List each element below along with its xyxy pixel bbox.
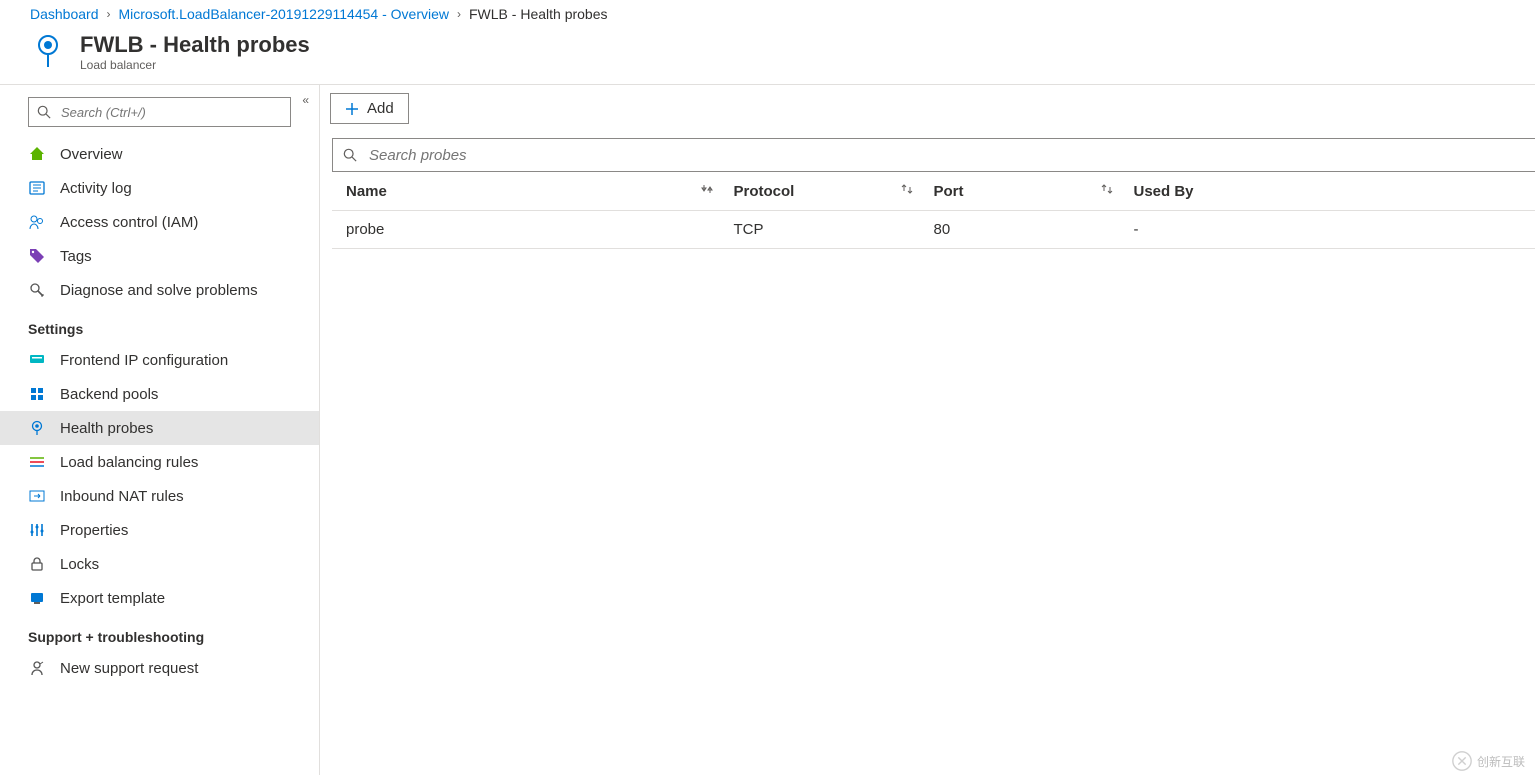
sidebar-item-label: Diagnose and solve problems xyxy=(60,282,258,299)
sidebar-item-properties[interactable]: Properties xyxy=(0,513,319,547)
sidebar-item-label: Tags xyxy=(60,248,92,265)
probe-search-input[interactable] xyxy=(367,146,1525,165)
column-header-used-by[interactable]: Used By xyxy=(1134,183,1522,200)
main-content: Add Name Protocol Port xyxy=(320,85,1535,775)
sidebar-section-support: Support + troubleshooting xyxy=(0,615,319,651)
page-title: FWLB - Health probes xyxy=(80,32,310,58)
breadcrumb-link[interactable]: Microsoft.LoadBalancer-20191229114454 - … xyxy=(119,6,450,22)
activity-log-icon xyxy=(28,179,46,197)
iam-icon xyxy=(28,213,46,231)
add-button-label: Add xyxy=(367,100,394,117)
column-header-label: Port xyxy=(934,183,964,200)
tags-icon xyxy=(28,247,46,265)
sidebar-item-label: Locks xyxy=(60,556,99,573)
lb-rules-icon xyxy=(28,453,46,471)
sidebar-item-backend-pools[interactable]: Backend pools xyxy=(0,377,319,411)
cell-protocol: TCP xyxy=(734,221,934,238)
sort-icon xyxy=(900,182,914,200)
probes-table: Name Protocol Port Used By probe TCP xyxy=(332,172,1535,249)
lock-icon xyxy=(28,555,46,573)
breadcrumb: Dashboard › Microsoft.LoadBalancer-20191… xyxy=(0,0,1535,28)
backend-pools-icon xyxy=(28,385,46,403)
watermark: 创新互联 xyxy=(1451,750,1525,772)
frontend-ip-icon xyxy=(28,351,46,369)
table-header-row: Name Protocol Port Used By xyxy=(332,172,1535,211)
page-subtitle: Load balancer xyxy=(80,58,310,72)
sidebar-item-label: Overview xyxy=(60,146,123,163)
sidebar-item-new-support-request[interactable]: New support request xyxy=(0,651,319,685)
health-probes-icon xyxy=(28,419,46,437)
column-header-label: Used By xyxy=(1134,183,1194,200)
toolbar: Add xyxy=(320,85,1535,124)
sidebar-item-label: Properties xyxy=(60,522,128,539)
sidebar-item-activity-log[interactable]: Activity log xyxy=(0,171,319,205)
sidebar-item-access-control[interactable]: Access control (IAM) xyxy=(0,205,319,239)
add-button[interactable]: Add xyxy=(330,93,409,124)
column-header-label: Name xyxy=(346,183,387,200)
breadcrumb-link[interactable]: Dashboard xyxy=(30,6,99,22)
sidebar-item-health-probes[interactable]: Health probes xyxy=(0,411,319,445)
sidebar-item-label: New support request xyxy=(60,660,198,677)
watermark-text: 创新互联 xyxy=(1477,753,1525,770)
sidebar: « Overview Activity log Access control (… xyxy=(0,85,320,775)
search-icon xyxy=(343,148,357,162)
inbound-nat-icon xyxy=(28,487,46,505)
load-balancer-icon xyxy=(30,33,66,72)
collapse-sidebar-icon[interactable]: « xyxy=(298,89,313,111)
sidebar-item-label: Activity log xyxy=(60,180,132,197)
cell-port: 80 xyxy=(934,221,1134,238)
overview-icon xyxy=(28,145,46,163)
export-template-icon xyxy=(28,589,46,607)
table-row[interactable]: probe TCP 80 - xyxy=(332,211,1535,249)
sidebar-item-tags[interactable]: Tags xyxy=(0,239,319,273)
sidebar-item-diagnose[interactable]: Diagnose and solve problems xyxy=(0,273,319,307)
sidebar-item-frontend-ip[interactable]: Frontend IP configuration xyxy=(0,343,319,377)
probe-search[interactable] xyxy=(332,138,1535,172)
cell-used-by: - xyxy=(1134,221,1522,238)
sidebar-item-label: Export template xyxy=(60,590,165,607)
sidebar-section-settings: Settings xyxy=(0,307,319,343)
sidebar-item-label: Backend pools xyxy=(60,386,158,403)
sort-icon xyxy=(700,182,714,200)
sidebar-search[interactable] xyxy=(28,97,291,127)
breadcrumb-current: FWLB - Health probes xyxy=(469,6,608,22)
sidebar-item-label: Access control (IAM) xyxy=(60,214,198,231)
sort-icon xyxy=(1100,182,1114,200)
search-icon xyxy=(37,105,51,119)
sidebar-item-label: Load balancing rules xyxy=(60,454,198,471)
cell-name: probe xyxy=(346,221,734,238)
sidebar-item-label: Inbound NAT rules xyxy=(60,488,184,505)
column-header-name[interactable]: Name xyxy=(346,182,734,200)
column-header-protocol[interactable]: Protocol xyxy=(734,182,934,200)
sidebar-item-overview[interactable]: Overview xyxy=(0,137,319,171)
sidebar-search-input[interactable] xyxy=(59,104,282,121)
properties-icon xyxy=(28,521,46,539)
sidebar-item-locks[interactable]: Locks xyxy=(0,547,319,581)
chevron-right-icon: › xyxy=(457,7,461,21)
column-header-port[interactable]: Port xyxy=(934,182,1134,200)
sidebar-item-label: Health probes xyxy=(60,420,153,437)
page-header: FWLB - Health probes Load balancer xyxy=(0,28,1535,85)
column-header-label: Protocol xyxy=(734,183,795,200)
support-icon xyxy=(28,659,46,677)
chevron-right-icon: › xyxy=(107,7,111,21)
diagnose-icon xyxy=(28,281,46,299)
plus-icon xyxy=(345,102,359,116)
sidebar-item-label: Frontend IP configuration xyxy=(60,352,228,369)
sidebar-item-lb-rules[interactable]: Load balancing rules xyxy=(0,445,319,479)
sidebar-item-export-template[interactable]: Export template xyxy=(0,581,319,615)
sidebar-item-inbound-nat[interactable]: Inbound NAT rules xyxy=(0,479,319,513)
